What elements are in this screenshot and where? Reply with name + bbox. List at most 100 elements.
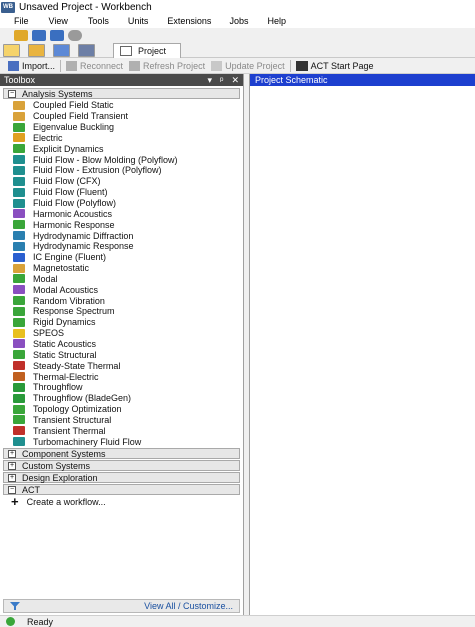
analysis-system-item[interactable]: IC Engine (Fluent) — [0, 252, 243, 263]
dropdown-icon[interactable]: ▾ — [208, 75, 213, 86]
analysis-system-item[interactable]: Modal — [0, 274, 243, 285]
new-icon[interactable] — [3, 44, 20, 57]
save-as-icon[interactable] — [50, 29, 64, 41]
collapse-icon[interactable]: − — [8, 485, 16, 494]
menu-view[interactable]: View — [49, 16, 68, 26]
analysis-system-item[interactable]: Harmonic Response — [0, 219, 243, 230]
refresh-project-button[interactable]: Refresh Project — [126, 59, 208, 73]
analysis-system-icon — [13, 241, 25, 251]
create-workflow-item[interactable]: + Create a workflow... — [0, 495, 243, 508]
analysis-system-item[interactable]: Static Structural — [0, 349, 243, 360]
group-label: Component Systems — [22, 448, 106, 459]
toolbox-title: Toolbox — [4, 75, 36, 85]
close-icon[interactable]: ✕ — [231, 75, 239, 86]
refresh-label: Refresh Project — [143, 60, 206, 71]
analysis-system-item[interactable]: Steady-State Thermal — [0, 360, 243, 371]
analysis-system-item[interactable]: Transient Thermal — [0, 425, 243, 436]
analysis-system-item[interactable]: Coupled Field Static — [0, 100, 243, 111]
analysis-system-icon — [13, 252, 25, 262]
analysis-system-item[interactable]: Random Vibration — [0, 295, 243, 306]
group-design-exploration[interactable]: + Design Exploration — [3, 472, 240, 483]
update-label: Update Project — [225, 60, 285, 71]
pin-icon[interactable]: ᵖ — [220, 75, 223, 86]
analysis-system-label: Modal — [33, 273, 58, 284]
act-start-page-button[interactable]: ACT Start Page — [293, 59, 377, 73]
analysis-system-icon — [13, 155, 25, 165]
group-component-systems[interactable]: + Component Systems — [3, 448, 240, 459]
analysis-system-item[interactable]: Static Acoustics — [0, 339, 243, 350]
tab-bar: Project — [0, 42, 475, 58]
tab-project[interactable]: Project — [113, 43, 181, 58]
analysis-system-label: Coupled Field Static — [33, 100, 114, 111]
import-icon — [8, 60, 19, 71]
menu-file[interactable]: File — [14, 16, 29, 26]
analysis-systems-list: Coupled Field Static Coupled Field Transi… — [0, 100, 243, 447]
image-icon[interactable] — [78, 44, 95, 57]
analysis-system-item[interactable]: Hydrodynamic Response — [0, 241, 243, 252]
refresh-icon — [129, 60, 141, 71]
filter-icon[interactable] — [10, 602, 20, 610]
analysis-system-item[interactable]: Fluid Flow (Fluent) — [0, 187, 243, 198]
expand-icon[interactable]: + — [8, 473, 16, 482]
new-project-icon[interactable] — [14, 29, 28, 41]
analysis-system-item[interactable]: Thermal-Electric — [0, 371, 243, 382]
menu-tools[interactable]: Tools — [88, 16, 109, 26]
analysis-system-item[interactable]: Hydrodynamic Diffraction — [0, 230, 243, 241]
status-text: Ready — [27, 616, 54, 627]
toolbox-header: Toolbox ▾ ᵖ ✕ — [0, 74, 243, 86]
analysis-system-item[interactable]: Electric — [0, 133, 243, 144]
expand-icon[interactable]: + — [8, 461, 16, 470]
analysis-system-item[interactable]: Fluid Flow - Extrusion (Polyflow) — [0, 165, 243, 176]
analysis-system-item[interactable]: Coupled Field Transient — [0, 111, 243, 122]
group-act[interactable]: − ACT — [3, 484, 240, 495]
analysis-system-item[interactable]: Throughflow — [0, 382, 243, 393]
project-schematic-panel[interactable]: Project Schematic — [249, 74, 475, 615]
analysis-system-item[interactable]: Turbomachinery Fluid Flow — [0, 436, 243, 447]
analysis-system-item[interactable]: Fluid Flow - Blow Molding (Polyflow) — [0, 154, 243, 165]
menu-jobs[interactable]: Jobs — [229, 16, 248, 26]
analysis-system-item[interactable]: Fluid Flow (CFX) — [0, 176, 243, 187]
reconnect-button[interactable]: Reconnect — [63, 59, 126, 73]
analysis-system-item[interactable]: Modal Acoustics — [0, 284, 243, 295]
analysis-system-label: Topology Optimization — [33, 404, 122, 415]
toolbox-footer: View All / Customize... — [3, 599, 240, 613]
analysis-system-icon — [13, 187, 25, 197]
expand-icon[interactable]: + — [8, 449, 16, 458]
import-button[interactable]: Import... — [5, 59, 58, 73]
analysis-system-icon — [13, 415, 25, 425]
collapse-icon[interactable]: − — [8, 89, 16, 98]
analysis-system-label: Transient Thermal — [33, 425, 106, 436]
workbench-logo-icon: WB — [1, 1, 15, 13]
analysis-system-icon — [13, 328, 25, 338]
save-icon[interactable] — [32, 29, 46, 41]
toolbox-panel: Toolbox ▾ ᵖ ✕ − Analysis Systems Coupled… — [0, 74, 244, 615]
grid-icon — [295, 60, 308, 71]
menu-help[interactable]: Help — [267, 16, 286, 26]
analysis-system-item[interactable]: Eigenvalue Buckling — [0, 122, 243, 133]
analysis-system-item[interactable]: Topology Optimization — [0, 404, 243, 415]
update-project-button[interactable]: Update Project — [208, 59, 288, 73]
open-icon[interactable] — [28, 44, 45, 57]
analysis-system-label: Transient Structural — [33, 414, 112, 425]
menu-bar: File View Tools Units Extensions Jobs He… — [0, 14, 475, 28]
analysis-system-icon — [13, 274, 25, 284]
analysis-system-item[interactable]: Fluid Flow (Polyflow) — [0, 198, 243, 209]
archive-icon[interactable] — [68, 29, 82, 41]
analysis-system-item[interactable]: SPEOS — [0, 328, 243, 339]
menu-extensions[interactable]: Extensions — [167, 16, 211, 26]
analysis-system-item[interactable]: Explicit Dynamics — [0, 143, 243, 154]
analysis-system-item[interactable]: Throughflow (BladeGen) — [0, 393, 243, 404]
menu-units[interactable]: Units — [128, 16, 149, 26]
analysis-system-item[interactable]: Transient Structural — [0, 414, 243, 425]
save-icon[interactable] — [53, 44, 70, 57]
view-all-customize-link[interactable]: View All / Customize... — [144, 601, 233, 611]
analysis-system-item[interactable]: Rigid Dynamics — [0, 317, 243, 328]
analysis-system-item[interactable]: Harmonic Acoustics — [0, 208, 243, 219]
group-custom-systems[interactable]: + Custom Systems — [3, 460, 240, 471]
analysis-system-item[interactable]: Response Spectrum — [0, 306, 243, 317]
group-analysis-systems[interactable]: − Analysis Systems — [3, 88, 240, 99]
analysis-system-item[interactable]: Magnetostatic — [0, 263, 243, 274]
analysis-system-icon — [13, 165, 25, 175]
window-title: Unsaved Project - Workbench — [19, 1, 152, 13]
create-workflow-label: Create a workflow... — [26, 497, 106, 507]
